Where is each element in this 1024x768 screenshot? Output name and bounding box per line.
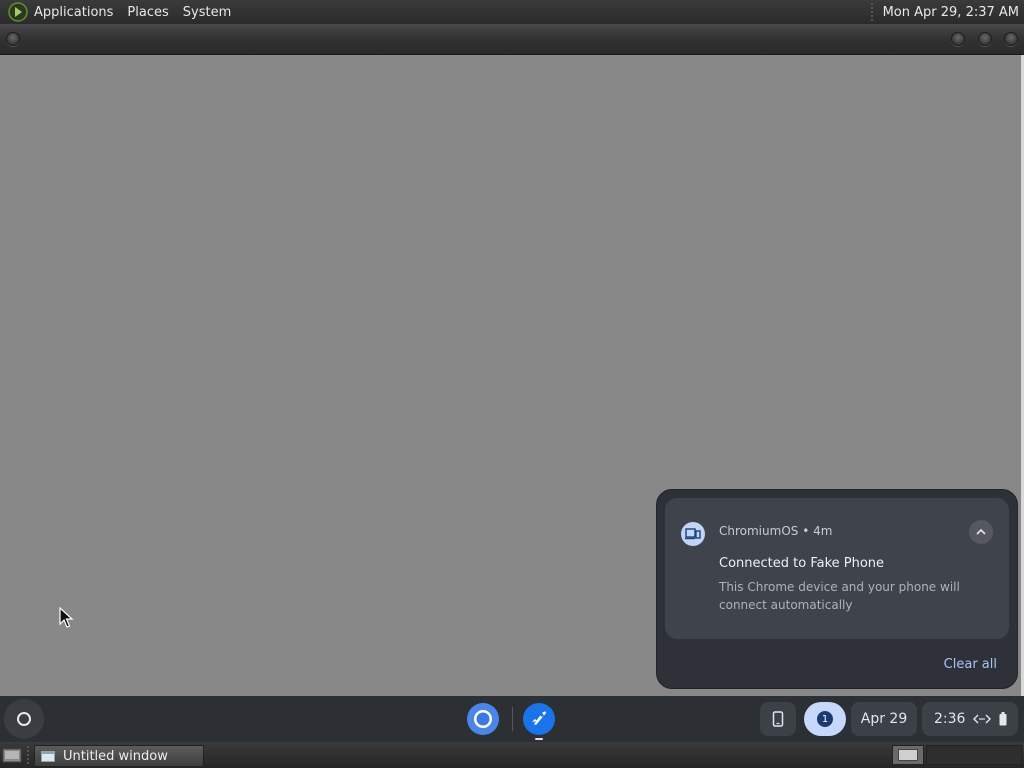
phone-hub-icon [681, 522, 705, 546]
window-icon [41, 750, 55, 762]
chevron-up-icon [976, 528, 986, 535]
status-area-button[interactable]: 2:36 [922, 702, 1018, 736]
notification-body: This Chrome device and your phone will c… [719, 580, 960, 612]
notification-card[interactable]: ChromiumOS • 4m Connected to Fake Phone … [665, 498, 1009, 639]
applications-menu[interactable]: Applications [34, 5, 113, 20]
minimize-button[interactable] [951, 32, 965, 46]
notification-separator: • [802, 524, 810, 538]
rocket-icon[interactable] [522, 702, 556, 736]
notification-app-name: ChromiumOS [719, 524, 799, 538]
gnome-foot-icon[interactable] [8, 2, 28, 22]
notification-count-badge: 1 [817, 711, 833, 727]
panel-separator [870, 3, 873, 21]
close-button[interactable] [1004, 32, 1018, 46]
panel-clock[interactable]: Mon Apr 29, 2:37 AM [883, 5, 1019, 20]
notification-source: ChromiumOS • 4m [719, 524, 832, 538]
collapse-notification-button[interactable] [969, 520, 993, 544]
notification-age: 4m [813, 524, 833, 538]
show-desktop-icon[interactable] [2, 747, 22, 763]
mouse-cursor-icon [59, 607, 74, 628]
notification-tray-button[interactable]: 1 [804, 702, 846, 736]
taskbar-window-label: Untitled window [63, 748, 168, 764]
taskbar-window-button[interactable]: Untitled window [34, 745, 204, 767]
tray-date: Apr 29 [860, 711, 908, 727]
notification-center: ChromiumOS • 4m Connected to Fake Phone … [656, 489, 1018, 689]
running-indicator [535, 738, 543, 740]
chrome-icon[interactable] [466, 702, 500, 736]
system-menu[interactable]: System [183, 5, 231, 20]
workspace-window-thumbnail [898, 749, 918, 761]
panel-separator [27, 746, 29, 764]
launcher-button[interactable] [4, 699, 44, 739]
date-tray-button[interactable]: Apr 29 [851, 702, 917, 736]
places-menu[interactable]: Places [127, 5, 168, 20]
launcher-icon [17, 712, 31, 726]
tray-time: 2:36 [934, 711, 966, 727]
workspace-1[interactable] [892, 745, 924, 765]
phone-hub-button[interactable] [760, 702, 796, 736]
bottom-panel: Untitled window [0, 742, 1024, 768]
workspace-2[interactable] [926, 745, 1022, 765]
window-titlebar[interactable] [0, 24, 1024, 55]
shelf: 1 Apr 29 2:36 [0, 696, 1024, 742]
clear-all-button[interactable]: Clear all [944, 657, 997, 672]
phone-icon [772, 711, 784, 727]
shelf-divider [512, 707, 513, 731]
battery-icon [999, 712, 1007, 726]
top-panel: Applications Places System Mon Apr 29, 2… [0, 0, 1024, 24]
window-menu-button[interactable] [6, 32, 20, 46]
maximize-button[interactable] [978, 32, 992, 46]
notification-title: Connected to Fake Phone [719, 556, 885, 571]
network-ethernet-icon [973, 714, 992, 724]
